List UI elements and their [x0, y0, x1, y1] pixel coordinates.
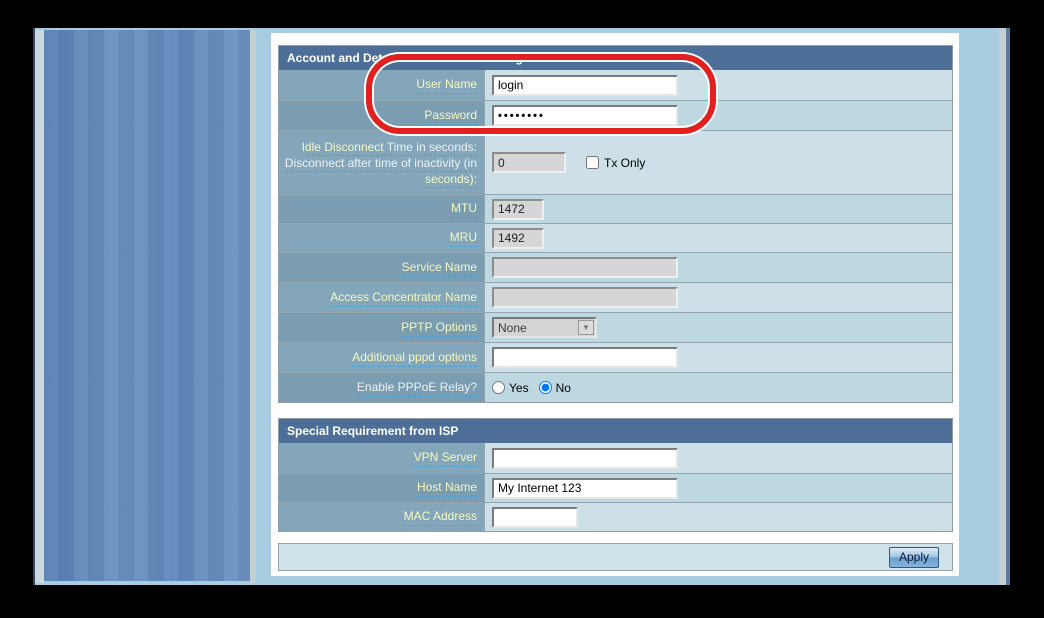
pppoe-relay-no-label: No	[556, 381, 571, 395]
pptp-options-selected-value: None	[494, 321, 578, 335]
idle-disconnect-input[interactable]	[492, 152, 566, 173]
content-panel: Account and Detailed Connection Setting …	[271, 33, 959, 576]
pptp-options-select[interactable]: None ▼	[492, 317, 597, 338]
sidebar-texture	[44, 30, 250, 581]
pppoe-relay-yes-radio[interactable]	[492, 381, 505, 394]
idle-disconnect-label-part1[interactable]: Idle Disconnect	[302, 140, 384, 156]
password-input[interactable]	[492, 105, 678, 126]
router-config-window: Account and Detailed Connection Setting …	[33, 28, 1010, 585]
row-user-name: User Name	[279, 70, 952, 100]
mru-input[interactable]	[492, 228, 544, 249]
pppoe-relay-label[interactable]: Enable PPPoE Relay?	[357, 379, 477, 397]
navigation-sidebar	[44, 30, 250, 581]
mac-address-label[interactable]: MAC Address	[404, 508, 477, 526]
isp-section-title: Special Requirement from ISP	[287, 424, 458, 438]
idle-disconnect-label-line3[interactable]: seconds):	[425, 172, 477, 188]
vpn-server-input[interactable]	[492, 448, 678, 469]
password-label[interactable]: Password	[424, 107, 477, 125]
tx-only-label: Tx Only	[604, 156, 645, 170]
sidebar-divider-strip	[250, 30, 256, 583]
row-mac-address: MAC Address	[279, 502, 952, 531]
apply-button[interactable]: Apply	[889, 547, 939, 568]
row-mtu: MTU	[279, 194, 952, 223]
account-section-header: Account and Detailed Connection Setting	[279, 46, 952, 70]
service-name-input[interactable]	[492, 257, 678, 278]
row-service-name: Service Name	[279, 252, 952, 282]
isp-section-header: Special Requirement from ISP	[279, 419, 952, 443]
row-password: Password	[279, 100, 952, 130]
row-pppoe-relay: Enable PPPoE Relay? Yes No	[279, 372, 952, 402]
pppd-options-input[interactable]	[492, 347, 678, 368]
pppoe-relay-no-radio[interactable]	[539, 381, 552, 394]
mac-address-input[interactable]	[492, 507, 578, 528]
user-name-input[interactable]	[492, 75, 678, 96]
pptp-options-label[interactable]: PPTP Options	[401, 319, 477, 337]
dropdown-arrow-icon[interactable]: ▼	[578, 320, 594, 335]
row-mru: MRU	[279, 223, 952, 252]
window-right-edge	[1006, 28, 1010, 585]
vpn-server-label[interactable]: VPN Server	[414, 449, 477, 467]
row-pppd-options: Additional pppd options	[279, 342, 952, 372]
mtu-input[interactable]	[492, 199, 544, 220]
window-right-strip	[999, 28, 1006, 585]
row-idle-disconnect: Idle Disconnect Time in seconds: Disconn…	[279, 130, 952, 194]
action-bar: Apply	[278, 543, 953, 571]
idle-disconnect-label-line2[interactable]: Disconnect after time of inactivity (in	[285, 156, 477, 172]
pppd-options-label[interactable]: Additional pppd options	[352, 349, 477, 367]
mtu-label[interactable]: MTU	[451, 200, 477, 218]
host-name-label[interactable]: Host Name	[417, 479, 477, 497]
pppoe-relay-yes-label: Yes	[509, 381, 529, 395]
service-name-label[interactable]: Service Name	[402, 259, 477, 277]
tx-only-checkbox[interactable]	[586, 156, 599, 169]
user-name-label[interactable]: User Name	[416, 76, 477, 94]
mru-label[interactable]: MRU	[450, 229, 477, 247]
access-concentrator-label[interactable]: Access Concentrator Name	[330, 289, 477, 307]
window-left-strip	[35, 30, 44, 583]
row-pptp-options: PPTP Options None ▼	[279, 312, 952, 342]
account-settings-table: Account and Detailed Connection Setting …	[278, 45, 953, 403]
host-name-input[interactable]	[492, 478, 678, 499]
account-section-title: Account and Detailed Connection Setting	[287, 51, 523, 65]
isp-requirements-table: Special Requirement from ISP VPN Server …	[278, 418, 953, 532]
row-host-name: Host Name	[279, 473, 952, 502]
row-vpn-server: VPN Server	[279, 443, 952, 473]
idle-disconnect-label-part2[interactable]: Time in seconds:	[384, 140, 477, 156]
access-concentrator-input[interactable]	[492, 287, 678, 308]
row-access-concentrator: Access Concentrator Name	[279, 282, 952, 312]
